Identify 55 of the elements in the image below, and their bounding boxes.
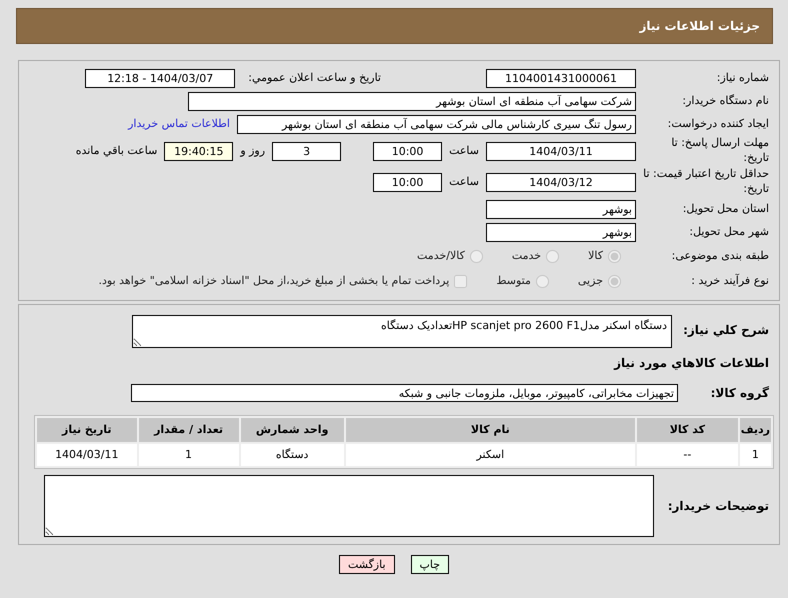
field-label: نام دستگاه خریدار: [681,94,769,108]
table-cell: 1 [740,444,771,466]
option-label: خدمت [512,248,542,264]
field-label: استان محل تحویل: [682,202,769,216]
option-label: کالا [588,248,603,264]
column-header: کد کالا [636,418,738,442]
field-label: ساعت باقي مانده [76,142,158,159]
contact-link[interactable]: اطلاعات تماس خریدار [128,116,230,132]
option-label: متوسط [496,272,531,289]
field-label: توضیحات خریدار: [666,498,769,515]
validity-time-field[interactable]: 10:00 [373,172,442,192]
buyer-notes-field[interactable] [44,475,654,537]
requester-field[interactable]: رسول تنگ سیری کارشناس مالی شرکت سهامی آب منطقه ای استان بوشهر [237,114,636,134]
reply-time-field[interactable]: 10:00 [373,142,442,160]
table-cell: 1404/03/11 [37,444,137,466]
table-cell: دستگاه [240,444,344,466]
column-header: ردیف [740,418,771,442]
field-label: گروه کالا: [710,385,769,402]
header-title: جزئیات اطلاعات نیاز [639,18,760,35]
column-header: نام کالا [346,418,635,442]
field-label: شهر محل تحویل: [688,224,769,240]
remaining-time-field[interactable]: 19:40:15 [164,142,234,160]
table-cell: 1 [138,444,239,466]
need-number-field[interactable]: 1104001431000061 [486,68,636,88]
field-label: ساعت [449,174,479,190]
back-button[interactable]: بازگشت [338,555,395,574]
field-label: مهلت ارسال پاسخ: تا تاریخ: [670,136,769,166]
city-field[interactable]: بوشهر [486,222,636,242]
reply-date-field[interactable]: 1404/03/11 [486,142,636,160]
table-cell: اسکنر [346,444,635,466]
field-label: نوع فرآیند خرید : [690,274,769,288]
field-label: تاریخ و ساعت اعلان عمومي: [248,70,381,86]
option-label: جزیی [578,272,603,289]
column-header: تعداد / مقدار [138,418,239,442]
validity-date-field[interactable]: 1404/03/12 [486,172,636,192]
field-label: روز و [240,142,266,159]
days-field[interactable]: 3 [272,142,342,160]
goods-group-field[interactable]: تجهیزات مخابراتی، کامپیوتر، موبایل، ملزومات جانبی و شبکه [131,384,678,402]
field-label: ساعت [449,142,479,159]
buyer-org-field[interactable]: شرکت سهامی آب منطقه ای استان بوشهر [188,92,636,110]
field-label: طبقه بندی موضوعی: [670,248,769,264]
column-header: واحد شمارش [240,418,344,442]
field-label: شرح کلي نیاز: [682,322,769,339]
field-label: حداقل تاریخ اعتبار قیمت: تا تاریخ: [643,167,769,197]
description-field[interactable]: دستگاه اسکنر مدلHP scanjet pro 2600 F1تعدادیک دستگاه [132,315,672,348]
column-header: تاریخ نیاز [37,418,137,442]
province-field[interactable]: بوشهر [486,200,636,218]
section-title: اطلاعات کالاهاي مورد نیاز [614,355,769,372]
table-cell: -- [636,444,738,466]
field-label: شماره نیاز: [716,70,769,86]
print-button[interactable]: چاپ [410,555,450,574]
checkbox-label: پرداخت تمام یا بخشی از مبلغ خرید،از محل "اسناد خزانه اسلامی" خواهد بود. [98,272,450,289]
option-label: کالا/خدمت [417,248,465,264]
announce-date-field[interactable]: 1404/03/07 - 12:18 [85,68,236,88]
field-label: ایجاد کننده درخواست: [666,116,769,132]
